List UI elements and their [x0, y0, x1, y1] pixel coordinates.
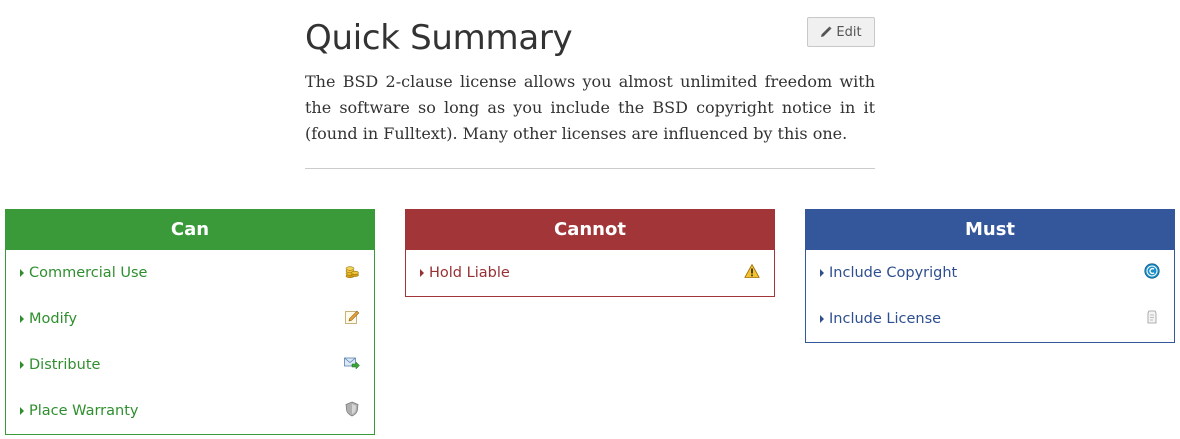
must-panel: Must Include Copyright Include License [805, 209, 1175, 343]
divider [305, 168, 875, 169]
list-item-label: Distribute [29, 357, 101, 373]
list-item-label: Modify [29, 311, 78, 327]
can-header: Can [5, 209, 375, 250]
caret-right-icon [20, 315, 24, 323]
can-list: Commercial Use Modify Distribute Place W… [5, 250, 375, 435]
must-list: Include Copyright Include License [805, 250, 1175, 343]
list-item-include-copyright[interactable]: Include Copyright [806, 250, 1174, 296]
shield-icon [345, 401, 359, 417]
send-envelope-icon [344, 357, 360, 370]
list-item-include-license[interactable]: Include License [806, 296, 1174, 342]
list-item-place-warranty[interactable]: Place Warranty [6, 388, 374, 434]
license-icon [1147, 310, 1157, 324]
must-header: Must [805, 209, 1175, 250]
caret-right-icon [820, 269, 824, 277]
caret-right-icon [420, 269, 424, 277]
list-item-distribute[interactable]: Distribute [6, 342, 374, 388]
edit-pencil-icon [345, 310, 360, 324]
list-item-label: Place Warranty [29, 403, 139, 419]
edit-button-label: Edit [836, 24, 862, 40]
cannot-header: Cannot [405, 209, 775, 250]
caret-right-icon [20, 361, 24, 369]
license-description: The BSD 2-clause license allows you almo… [305, 72, 875, 143]
list-item-modify[interactable]: Modify [6, 296, 374, 342]
page-title: Quick Summary [305, 18, 573, 58]
list-item-label: Commercial Use [29, 265, 148, 281]
edit-button[interactable]: Edit [807, 17, 875, 47]
caret-right-icon [820, 315, 824, 323]
list-item-commercial-use[interactable]: Commercial Use [6, 250, 374, 296]
coins-icon [345, 266, 359, 279]
list-item-label: Include Copyright [829, 265, 958, 281]
list-item-label: Hold Liable [429, 265, 510, 281]
list-item-hold-liable[interactable]: Hold Liable [406, 250, 774, 296]
pencil-icon [821, 26, 832, 37]
caret-right-icon [20, 407, 24, 415]
cannot-panel: Cannot Hold Liable [405, 209, 775, 297]
can-panel: Can Commercial Use Modify Distribute Pla… [5, 209, 375, 435]
caret-right-icon [20, 269, 24, 277]
list-item-label: Include License [829, 311, 942, 327]
copyright-icon [1144, 263, 1160, 279]
warning-icon [744, 264, 760, 278]
cannot-list: Hold Liable [405, 250, 775, 297]
